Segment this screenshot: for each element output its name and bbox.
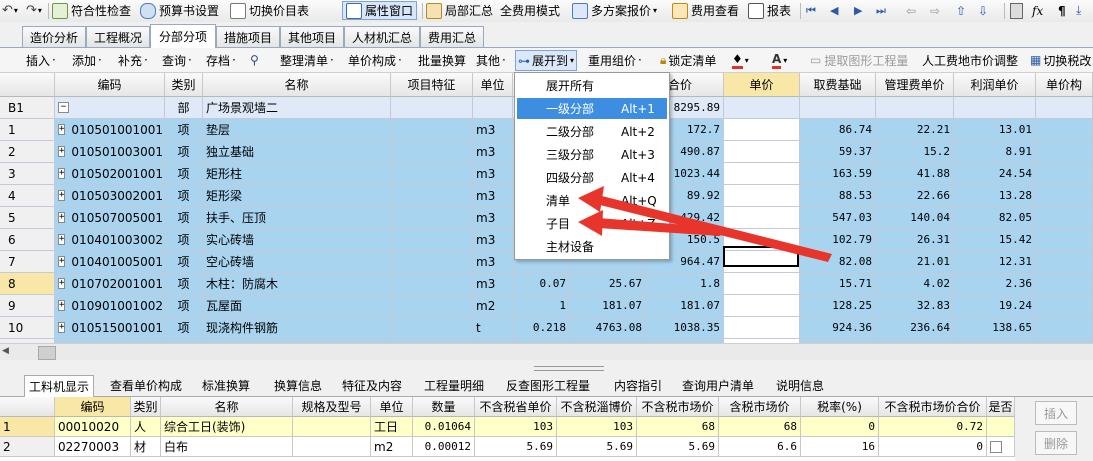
tab-labor-material-display[interactable]: 工料机显示 <box>24 375 95 397</box>
bheader-unit[interactable]: 单位 <box>371 397 413 417</box>
side-panel: 插入 删除 <box>1015 397 1093 461</box>
bheader-market-price[interactable]: 不含税市场价 <box>637 397 719 417</box>
bheader-taxed-market-price[interactable]: 含税市场价 <box>719 397 801 417</box>
bheader-name[interactable]: 名称 <box>161 397 293 417</box>
bheader-category[interactable]: 类别 <box>131 397 161 417</box>
bheader-quantity[interactable]: 数量 <box>413 397 475 417</box>
tab-convert-info[interactable]: 换算信息 <box>274 376 322 395</box>
bheader-market-total[interactable]: 不含税市场价合价 <box>879 397 987 417</box>
insert-resource-button[interactable]: 插入 <box>1035 401 1077 425</box>
scroll-thumb[interactable] <box>38 346 56 360</box>
bheader-code[interactable]: 编码 <box>55 397 131 417</box>
resource-grid: 编码 类别 名称 规格及型号 单位 数量 不含税省单价 不含税淄博价 不含税市场… <box>0 397 1015 461</box>
tab-features-content[interactable]: 特征及内容 <box>342 376 402 395</box>
checkbox[interactable] <box>990 440 1002 453</box>
bheader-province-price[interactable]: 不含税省单价 <box>475 397 557 417</box>
tab-description[interactable]: 说明信息 <box>776 376 824 395</box>
tab-quantity-detail[interactable]: 工程量明细 <box>424 376 484 395</box>
tab-view-unit-price[interactable]: 查看单价构成 <box>110 376 182 395</box>
bheader-flag[interactable]: 是否 <box>987 397 1015 417</box>
resource-row[interactable]: 2 02270003 材 白布 m2 0.00012 5.69 5.69 5.6… <box>0 437 1015 457</box>
horizontal-scrollbar[interactable]: ◀ <box>0 343 1093 360</box>
tab-reverse-lookup[interactable]: 反查图形工程量 <box>506 376 590 395</box>
bheader-zibo-price[interactable]: 不含税淄博价 <box>557 397 637 417</box>
scroll-left-icon[interactable]: ◀ <box>2 346 16 358</box>
bheader-spec[interactable]: 规格及型号 <box>293 397 371 417</box>
resource-row[interactable]: 1 00010020 人 综合工日(装饰) 工日 0.01064 103 103… <box>0 417 1015 437</box>
bheader-tax-rate[interactable]: 税率(%) <box>801 397 879 417</box>
delete-resource-button[interactable]: 删除 <box>1035 431 1077 455</box>
tab-content-guide[interactable]: 内容指引 <box>614 376 662 395</box>
bottom-tabs: 工料机显示 查看单价构成 标准换算 换算信息 特征及内容 工程量明细 反查图形工… <box>0 374 1093 397</box>
tab-standard-convert[interactable]: 标准换算 <box>202 376 250 395</box>
tab-query-user-list[interactable]: 查询用户清单 <box>682 376 754 395</box>
panel-splitter[interactable] <box>0 360 1093 374</box>
